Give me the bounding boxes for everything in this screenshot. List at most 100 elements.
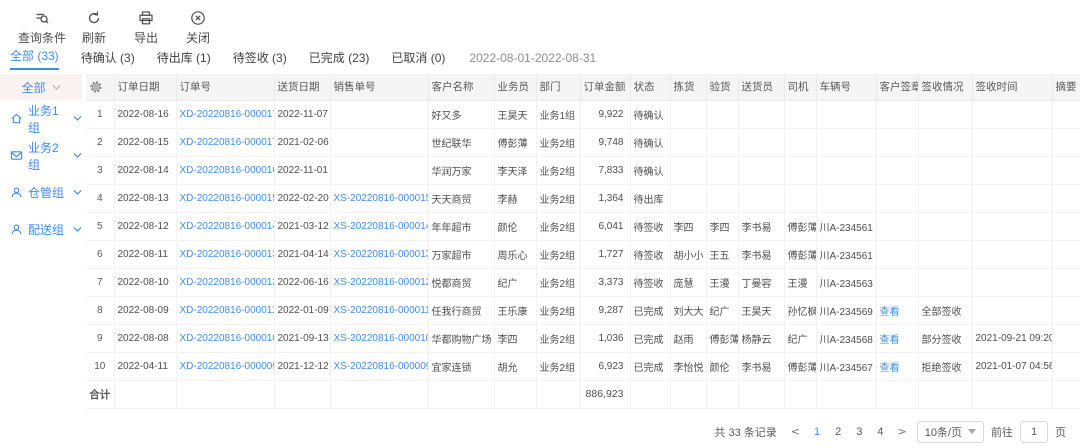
- page-size-select[interactable]: 10条/页: [917, 421, 984, 443]
- cell-rownum: 1: [86, 100, 114, 128]
- cell-rownum: 3: [86, 156, 114, 184]
- cell-order_date: 2022-04-11: [114, 352, 176, 380]
- home-icon: [10, 112, 23, 125]
- content-area: 全部 业务1组 业务2组 仓管组 配送组 订单日期订单号送货日期销售单号客户名称…: [0, 74, 1080, 409]
- cell-sales_no[interactable]: XS-20220816-000013: [330, 240, 428, 268]
- goto-page-input[interactable]: [1020, 421, 1048, 443]
- cell-order_no[interactable]: XD-20220816-000012: [176, 268, 274, 296]
- next-page-button[interactable]: >: [894, 425, 909, 438]
- cell-order_no[interactable]: XD-20220816-000011: [176, 296, 274, 324]
- table-row: 22022-08-15XD-20220816-0000172021-02-06世…: [86, 128, 1080, 156]
- cell-sales_no[interactable]: XS-20220816-000012: [330, 268, 428, 296]
- cell-status: 已完成: [630, 324, 670, 352]
- cell-order_no[interactable]: XD-20220816-000009: [176, 352, 274, 380]
- cell-checker: 李四: [706, 212, 738, 240]
- tab-pending-outbound[interactable]: 待出库 (1): [157, 49, 211, 70]
- cell-sales_no: [330, 156, 428, 184]
- cell-sales_no[interactable]: XS-20220816-000011: [330, 296, 428, 324]
- orders-table-wrap: 订单日期订单号送货日期销售单号客户名称业务员部门订单金额状态拣货验货送货员司机车…: [86, 74, 1080, 409]
- search-filter-icon: [34, 9, 50, 27]
- cell-vehicle: [816, 184, 876, 212]
- cell-amount: 1,727: [580, 240, 630, 268]
- cell-order_no[interactable]: XD-20220816-000014: [176, 212, 274, 240]
- cell-signature[interactable]: 查看: [876, 324, 918, 352]
- close-button[interactable]: 关闭: [172, 9, 224, 46]
- cell-status: 已完成: [630, 352, 670, 380]
- sidebar-item-warehouse-group[interactable]: 仓管组: [0, 174, 82, 211]
- sidebar-filter-all[interactable]: 全部: [0, 74, 82, 100]
- table-row: 82022-08-09XD-20220816-0000112022-01-09X…: [86, 296, 1080, 324]
- tab-cancelled[interactable]: 已取消 (0): [391, 49, 445, 70]
- cell-picker: 李四: [670, 212, 706, 240]
- sidebar-item-sales-group-2[interactable]: 业务2组: [0, 137, 82, 174]
- cell-sales_no: [330, 100, 428, 128]
- cell-sign_status: [918, 240, 972, 268]
- cell-picker: 李怡悦: [670, 352, 706, 380]
- cell-sales_no[interactable]: XS-20220816-000014: [330, 212, 428, 240]
- cell-sales_no[interactable]: XS-20220816-000009: [330, 352, 428, 380]
- query-conditions-button[interactable]: 查询条件: [16, 9, 68, 46]
- table-row: 12022-08-16XD-20220816-0000172022-11-07好…: [86, 100, 1080, 128]
- cell-status: 待确认: [630, 100, 670, 128]
- cell-order_date: 2022-08-13: [114, 184, 176, 212]
- cell-vehicle: 川A-234561: [816, 240, 876, 268]
- cell-signature: [876, 128, 918, 156]
- cell-sales_no[interactable]: XS-20220816-000015: [330, 184, 428, 212]
- goto-page-suffix: 页: [1055, 424, 1066, 440]
- cell-signature: [876, 156, 918, 184]
- refresh-button[interactable]: 刷新: [68, 9, 120, 46]
- tab-pending-confirm[interactable]: 待确认 (3): [81, 49, 135, 70]
- column-header-picker: 拣货: [670, 74, 706, 100]
- chevron-down-icon: [52, 84, 61, 91]
- cell-status: 待确认: [630, 156, 670, 184]
- tab-pending-sign[interactable]: 待签收 (3): [233, 49, 287, 70]
- sidebar-item-delivery-group[interactable]: 配送组: [0, 211, 82, 248]
- chevron-down-icon: [73, 152, 82, 159]
- tab-all[interactable]: 全部 (33): [10, 47, 59, 70]
- export-button[interactable]: 导出: [120, 9, 172, 46]
- page-number-2[interactable]: 2: [831, 426, 845, 438]
- table-row: 32022-08-14XD-20220816-0000162022-11-01华…: [86, 156, 1080, 184]
- page-number-4[interactable]: 4: [873, 426, 887, 438]
- cell-order_no[interactable]: XD-20220816-000017: [176, 100, 274, 128]
- cell-sign_status: [918, 268, 972, 296]
- total-cell-delivery_date: [274, 380, 330, 408]
- prev-page-button[interactable]: <: [788, 425, 803, 438]
- column-header-summary: 摘要: [1052, 74, 1080, 100]
- cell-order_no[interactable]: XD-20220816-000013: [176, 240, 274, 268]
- cell-delivery_date: 2021-03-12: [274, 212, 330, 240]
- pagination: 共 33 条记录 < 1234 > 10条/页 前往 页: [0, 409, 1080, 443]
- cell-salesperson: 胡允: [494, 352, 536, 380]
- cell-sign_status: 全部签收: [918, 296, 972, 324]
- page-number-1[interactable]: 1: [810, 426, 824, 438]
- total-cell-sign_time: [972, 380, 1052, 408]
- chevron-down-icon: [73, 189, 82, 196]
- cell-deliverer: 杨静云: [738, 324, 784, 352]
- cell-vehicle: [816, 128, 876, 156]
- column-settings-button[interactable]: [86, 74, 114, 100]
- sidebar-item-sales-group-2-label: 业务2组: [28, 139, 68, 173]
- cell-order_no[interactable]: XD-20220816-000010: [176, 324, 274, 352]
- cell-driver: [784, 184, 816, 212]
- cell-deliverer: [738, 128, 784, 156]
- page-number-3[interactable]: 3: [852, 426, 866, 438]
- sidebar: 全部 业务1组 业务2组 仓管组 配送组: [0, 74, 82, 409]
- cell-sales_no[interactable]: XS-20220816-000010: [330, 324, 428, 352]
- cell-order_no[interactable]: XD-20220816-000015: [176, 184, 274, 212]
- cell-summary: [1052, 212, 1080, 240]
- tab-completed[interactable]: 已完成 (23): [309, 49, 370, 70]
- column-header-checker: 验货: [706, 74, 738, 100]
- cell-signature[interactable]: 查看: [876, 352, 918, 380]
- sidebar-item-sales-group-1[interactable]: 业务1组: [0, 100, 82, 137]
- chevron-down-icon: [73, 115, 82, 122]
- cell-sign_time: [972, 212, 1052, 240]
- cell-salesperson: 纪广: [494, 268, 536, 296]
- records-total-label: 共 33 条记录: [714, 424, 776, 440]
- cell-signature[interactable]: 查看: [876, 296, 918, 324]
- cell-order_no[interactable]: XD-20220816-000017: [176, 128, 274, 156]
- cell-order_no[interactable]: XD-20220816-000016: [176, 156, 274, 184]
- printer-icon: [138, 9, 154, 27]
- column-header-delivery_date: 送货日期: [274, 74, 330, 100]
- column-header-deliverer: 送货员: [738, 74, 784, 100]
- cell-amount: 1,036: [580, 324, 630, 352]
